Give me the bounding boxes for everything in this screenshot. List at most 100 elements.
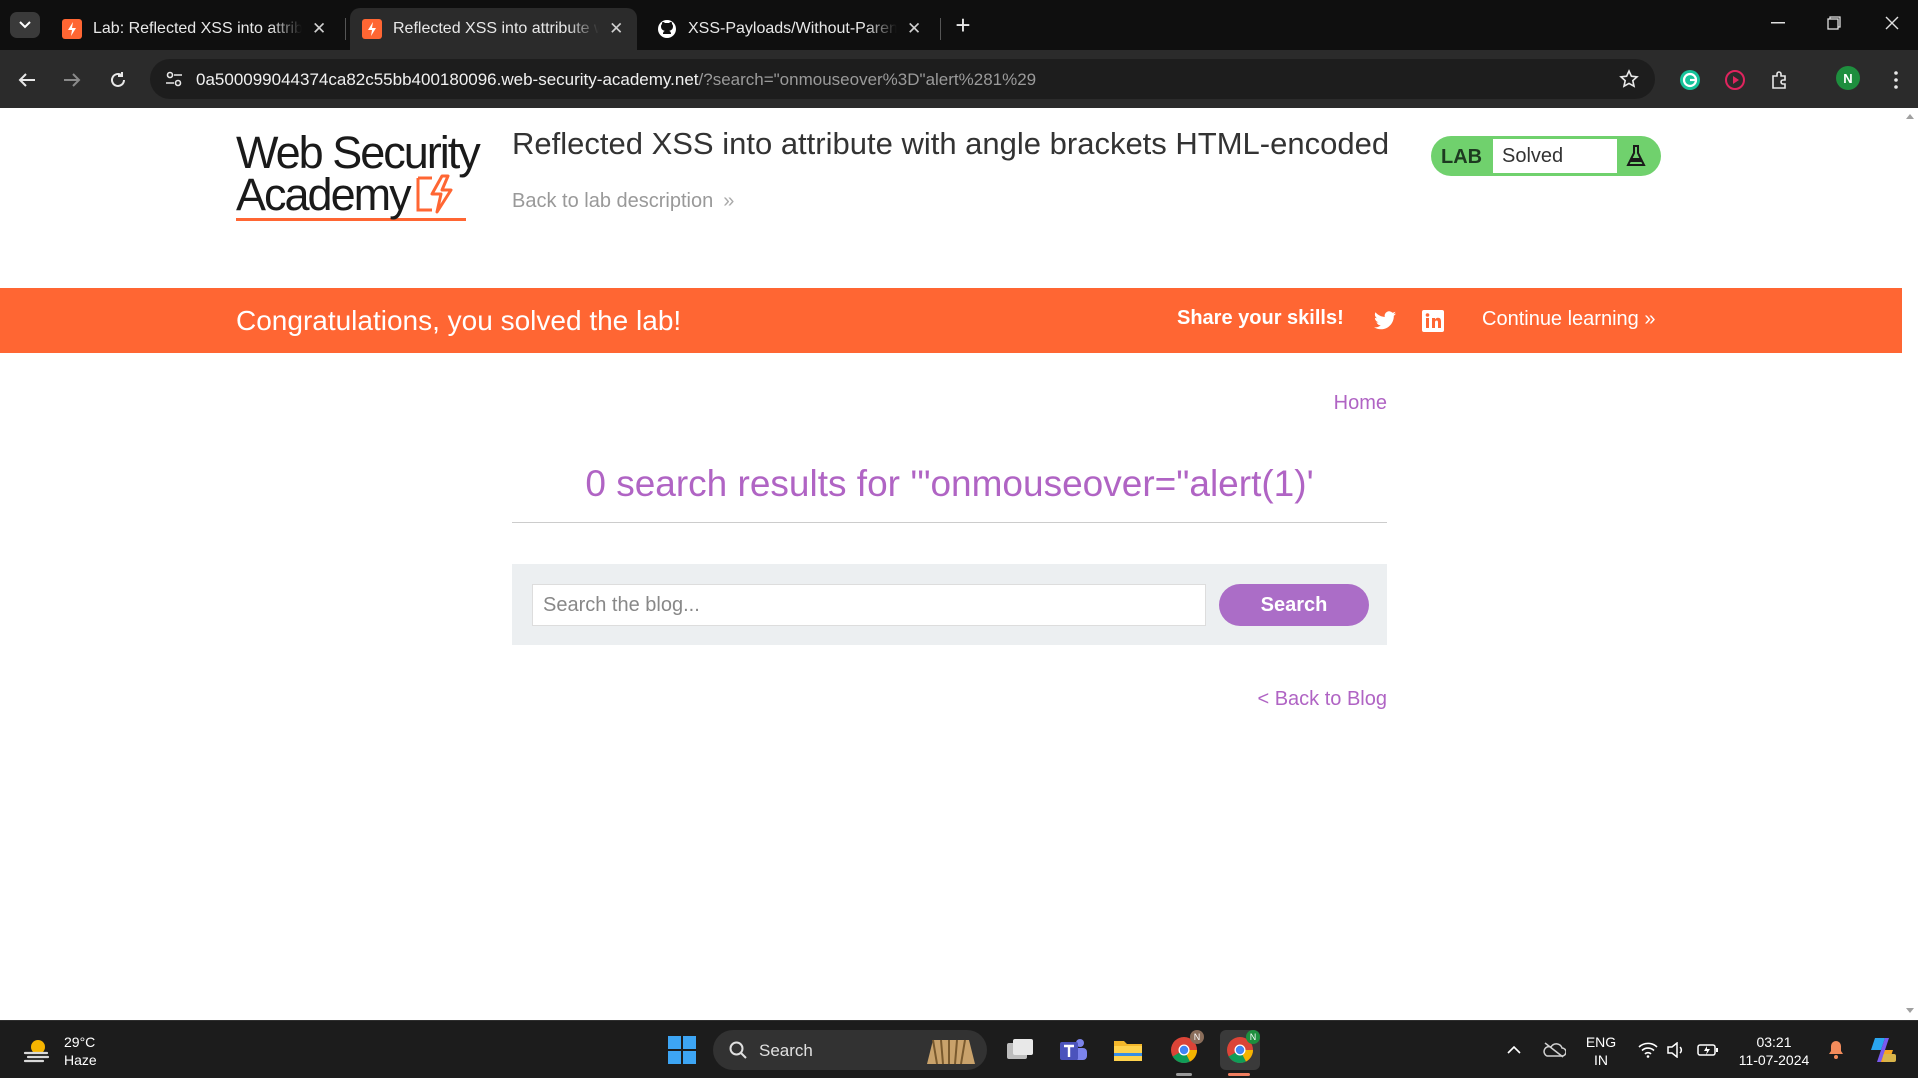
- close-tab-icon[interactable]: ✕: [607, 19, 625, 39]
- language-line1: ENG: [1585, 1034, 1617, 1050]
- twitter-icon[interactable]: [1372, 308, 1398, 334]
- scroll-down-arrow-icon[interactable]: [1906, 1008, 1914, 1013]
- share-skills-label: Share your skills!: [1177, 307, 1344, 329]
- tab-github-payloads[interactable]: XSS-Payloads/Without-Parentheses ✕: [645, 8, 935, 50]
- portswigger-favicon-icon: [362, 19, 382, 39]
- browser-menu-icon[interactable]: [1881, 65, 1911, 95]
- grammarly-extension-icon[interactable]: [1675, 65, 1705, 95]
- copilot-icon[interactable]: [1862, 1030, 1902, 1070]
- search-icon: [729, 1041, 747, 1059]
- tab-title: Reflected XSS into attribute with angle …: [393, 20, 599, 37]
- tab-separator: [940, 18, 941, 40]
- tab-title: XSS-Payloads/Without-Parentheses: [688, 20, 898, 37]
- minimize-button[interactable]: [1758, 8, 1798, 38]
- weather-temperature: 29°C: [64, 1034, 96, 1050]
- reload-button[interactable]: [103, 65, 133, 95]
- chrome-profile-badge: N: [1190, 1030, 1204, 1044]
- github-icon: [657, 19, 677, 39]
- banner-message: Congratulations, you solved the lab!: [236, 305, 682, 336]
- active-indicator: [1228, 1073, 1250, 1076]
- page-scrollbar[interactable]: [1902, 108, 1918, 1020]
- start-button[interactable]: [662, 1030, 702, 1070]
- tab-title: Lab: Reflected XSS into attribute with a…: [93, 20, 303, 37]
- arrow-right-icon: [64, 73, 81, 87]
- restore-icon: [1827, 16, 1841, 30]
- close-icon: [1885, 16, 1899, 30]
- clock[interactable]: 03:21 11-07-2024: [1732, 1033, 1816, 1069]
- url-host: 0a500099044374ca82c55bb400180096.web-sec…: [196, 70, 699, 89]
- tab-strip: Lab: Reflected XSS into attribute with a…: [0, 0, 1918, 50]
- lab-status-value: Solved: [1493, 139, 1617, 173]
- home-link[interactable]: Home: [1334, 392, 1387, 415]
- close-window-button[interactable]: [1872, 8, 1912, 38]
- battery-icon[interactable]: [1688, 1030, 1728, 1070]
- search-highlight-icon: [927, 1039, 975, 1065]
- url-path: /?search="onmouseover%3D"alert%281%29: [698, 70, 1037, 89]
- taskbar-search-box[interactable]: Search: [713, 1030, 987, 1070]
- restore-button[interactable]: [1814, 8, 1854, 38]
- logo-text-line1: Web Security: [236, 127, 481, 178]
- reload-icon: [111, 72, 125, 87]
- recorder-extension-icon[interactable]: [1720, 65, 1750, 95]
- extensions-puzzle-icon[interactable]: [1765, 65, 1795, 95]
- chrome-icon[interactable]: N: [1164, 1030, 1204, 1070]
- weather-widget[interactable]: 29°C Haze: [22, 1033, 97, 1069]
- divider: [512, 522, 1387, 523]
- back-button[interactable]: [12, 65, 42, 95]
- new-tab-button[interactable]: +: [950, 10, 976, 40]
- clock-time: 03:21: [1756, 1034, 1792, 1050]
- back-to-lab-description-link[interactable]: Back to lab description »: [512, 190, 734, 213]
- language-line2: IN: [1594, 1052, 1608, 1068]
- lab-status-widget: LAB Solved: [1431, 136, 1661, 176]
- task-view-icon[interactable]: [1000, 1030, 1040, 1070]
- profile-avatar[interactable]: N: [1836, 66, 1860, 90]
- congratulations-banner: Congratulations, you solved the lab! Sha…: [0, 288, 1902, 353]
- close-tab-icon[interactable]: ✕: [310, 19, 328, 39]
- tab-search-button[interactable]: [10, 12, 40, 38]
- web-security-academy-logo[interactable]: Web Security Academy: [236, 127, 481, 221]
- clock-date: 11-07-2024: [1738, 1052, 1810, 1068]
- arrow-left-icon: [18, 73, 35, 87]
- logo-text-line2: Academy: [236, 169, 412, 220]
- forward-button[interactable]: [57, 65, 87, 95]
- site-info-icon[interactable]: [162, 67, 186, 91]
- windows-logo-icon: [668, 1036, 696, 1064]
- continue-learning-link[interactable]: Continue learning »: [1482, 308, 1655, 331]
- lab-title: Reflected XSS into attribute with angle …: [512, 126, 1390, 161]
- running-indicator: [1176, 1073, 1192, 1076]
- chrome-active-icon[interactable]: N: [1220, 1030, 1260, 1070]
- portswigger-favicon-icon: [62, 19, 82, 39]
- teams-icon[interactable]: [1053, 1030, 1093, 1070]
- language-indicator[interactable]: ENG IN: [1583, 1033, 1619, 1069]
- search-panel: Search: [512, 564, 1387, 645]
- lab-status-label: LAB: [1441, 146, 1483, 168]
- scroll-up-arrow-icon[interactable]: [1906, 114, 1914, 119]
- minimize-icon: [1771, 22, 1785, 24]
- double-chevron-right-icon: »: [723, 190, 735, 212]
- tab-separator: [345, 18, 346, 40]
- onedrive-icon[interactable]: [1534, 1030, 1574, 1070]
- url-text[interactable]: 0a500099044374ca82c55bb400180096.web-sec…: [196, 70, 1036, 90]
- tab-lab-description[interactable]: Lab: Reflected XSS into attribute with a…: [50, 8, 340, 50]
- haze-weather-icon: [23, 1040, 50, 1063]
- tab-lab-page[interactable]: Reflected XSS into attribute with angle …: [350, 8, 637, 50]
- logo-bolt-icon: [416, 174, 453, 214]
- browser-toolbar: 0a500099044374ca82c55bb400180096.web-sec…: [0, 50, 1918, 108]
- back-to-description-label: Back to lab description: [512, 190, 714, 212]
- show-hidden-icons-chevron-icon[interactable]: [1494, 1030, 1534, 1070]
- notification-bell-icon[interactable]: [1816, 1030, 1856, 1070]
- bookmark-star-icon[interactable]: [1617, 67, 1641, 91]
- address-bar[interactable]: 0a500099044374ca82c55bb400180096.web-sec…: [150, 59, 1655, 99]
- search-button[interactable]: Search: [1219, 584, 1369, 626]
- search-input[interactable]: [532, 584, 1206, 626]
- linkedin-icon[interactable]: [1420, 308, 1446, 334]
- double-chevron-right-icon: »: [1644, 308, 1656, 330]
- continue-learning-label: Continue learning: [1482, 308, 1639, 330]
- file-explorer-icon[interactable]: [1108, 1030, 1148, 1070]
- web-page: Web Security Academy Reflected XSS into …: [0, 108, 1902, 1020]
- chevron-down-icon: [19, 21, 31, 29]
- taskbar-search-label: Search: [759, 1041, 813, 1060]
- weather-condition: Haze: [64, 1052, 97, 1068]
- back-to-blog-link[interactable]: < Back to Blog: [1257, 688, 1387, 711]
- close-tab-icon[interactable]: ✕: [905, 19, 923, 39]
